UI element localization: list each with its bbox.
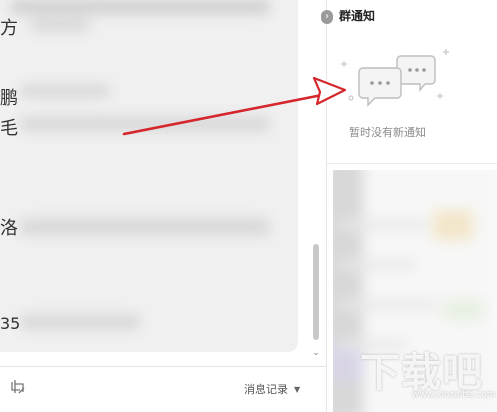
message-history-label: 消息记录 [244, 383, 288, 396]
watermark-url: www.xiazaiba.com [412, 390, 496, 400]
screenshot-icon[interactable] [10, 379, 26, 395]
message-bubble: 方 鹏 毛 洛 35 [0, 0, 298, 352]
section-divider [327, 163, 497, 164]
chat-pane: 方 鹏 毛 洛 35 ⌄ 消息记录 ▼ [0, 0, 326, 412]
chat-scrollbar[interactable]: ⌄ [310, 0, 324, 366]
group-notice-title: 群通知 [339, 9, 376, 23]
empty-notice-illustration-icon [341, 49, 449, 107]
site-watermark: 下载吧 www.xiazaiba.com [360, 340, 496, 410]
scrollbar-thumb[interactable] [313, 244, 319, 340]
partial-text-5: 35 [0, 314, 21, 333]
chevron-down-icon: ▼ [294, 384, 301, 394]
message-history-button[interactable]: 消息记录 ▼ [244, 381, 300, 397]
empty-notice-text: 暂时没有新通知 [349, 126, 426, 139]
partial-text-3: 毛 [0, 118, 18, 139]
blurred-message-content [0, 0, 298, 352]
scroll-down-arrow-icon[interactable]: ⌄ [311, 348, 321, 358]
partial-text-2: 鹏 [0, 88, 18, 109]
partial-text-4: 洛 [0, 218, 18, 239]
partial-text-1: 方 [0, 18, 18, 39]
chat-footer-toolbar: 消息记录 ▼ [0, 366, 326, 412]
collapse-panel-icon[interactable]: › [321, 10, 333, 24]
